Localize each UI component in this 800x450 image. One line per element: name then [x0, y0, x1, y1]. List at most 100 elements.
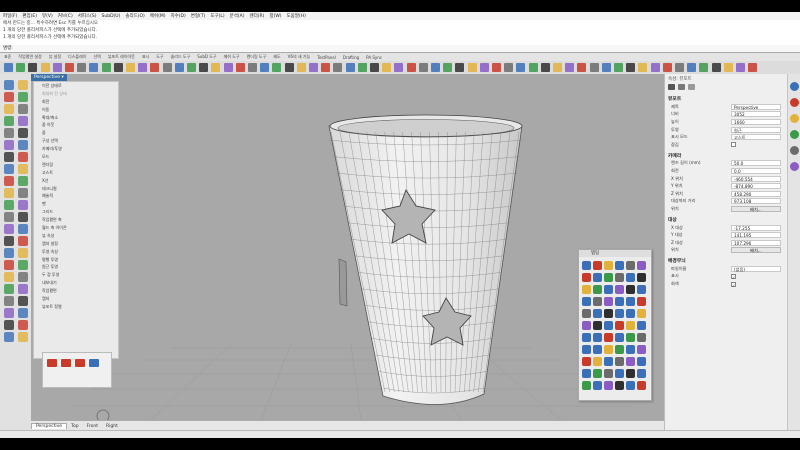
toolbar-tool-icon[interactable] [284, 63, 294, 72]
solid-tool-icon[interactable] [637, 273, 646, 282]
menu-item[interactable]: 뷰 속성 [34, 232, 118, 240]
menu-item[interactable]: 모드 [34, 153, 118, 161]
toolbar-tool-icon[interactable] [382, 63, 392, 72]
x-target-field[interactable]: -17.255 [731, 224, 781, 231]
menu-item[interactable]: 카메라/투영 [34, 145, 118, 153]
toolbar-tool-icon[interactable] [296, 63, 306, 72]
toolbar-tool-icon[interactable] [52, 63, 62, 72]
menu-item-render[interactable]: 렌더(R) [250, 13, 265, 19]
solid-tool-icon[interactable] [615, 321, 624, 330]
z-location-field[interactable]: 458.290 [731, 190, 781, 197]
menu-item[interactable]: 평행 투영 [34, 256, 118, 264]
solid-tool-icon[interactable] [637, 285, 646, 294]
toolbar-tool-icon[interactable] [150, 63, 160, 72]
solid-tool-icon[interactable] [582, 273, 591, 282]
menu-item[interactable]: 이전 상태로 [34, 82, 118, 90]
solid-tool-icon[interactable] [593, 273, 602, 282]
solid-tool-icon[interactable] [615, 285, 624, 294]
toolbar-tool-icon[interactable] [272, 63, 282, 72]
palette-tool-icon[interactable] [4, 188, 14, 198]
height-field[interactable]: 1660 [731, 118, 781, 125]
solid-tool-icon[interactable] [582, 285, 591, 294]
solid-tool-icon[interactable] [582, 333, 591, 342]
camera-place-button[interactable]: 배치... [731, 205, 781, 212]
solid-tool-icon[interactable] [593, 261, 602, 270]
toolbar-tool-icon[interactable] [394, 63, 404, 72]
solid-tool-icon[interactable] [637, 381, 646, 390]
gray-wallpaper-checkbox[interactable]: ✓ [731, 281, 736, 288]
solid-tool-icon[interactable] [604, 333, 613, 342]
palette-tool-icon[interactable] [4, 320, 14, 330]
solid-tool-icon[interactable] [637, 297, 646, 306]
menu-item[interactable]: 작업평면 [34, 287, 118, 295]
command-input[interactable]: 명령: [0, 45, 800, 53]
camera-icon[interactable] [668, 84, 675, 90]
menu-item-transform[interactable]: 변형(T) [191, 13, 206, 19]
menu-item[interactable]: 뷰포트 정렬 [34, 303, 118, 311]
viewport-canvas[interactable] [31, 74, 664, 420]
solid-tool-icon[interactable] [582, 309, 591, 318]
toolbar-tool-icon[interactable] [577, 63, 587, 72]
toolbar-tool-icon[interactable] [601, 63, 611, 72]
solid-tool-icon[interactable] [604, 357, 613, 366]
menu-item[interactable]: 최대화 전 상태 [34, 90, 118, 98]
solid-tool-icon[interactable] [637, 357, 646, 366]
palette-tool-icon[interactable] [18, 284, 28, 294]
menu-item-dimension[interactable]: 치수(D) [171, 13, 186, 19]
menu-item-solid[interactable]: 솔리드(O) [125, 13, 144, 19]
toolbar-tool-icon[interactable] [345, 63, 355, 72]
toolbar-tool-icon[interactable] [16, 63, 26, 72]
menu-item-view[interactable]: 뷰(V) [42, 13, 53, 19]
palette-tool-icon[interactable] [4, 224, 14, 234]
toolbar-tool-icon[interactable] [187, 63, 196, 72]
solid-tool-icon[interactable] [582, 345, 591, 354]
y-location-field[interactable]: -874.890 [731, 183, 781, 190]
toolbar-tool-icon[interactable] [199, 63, 209, 72]
menu-item[interactable]: 줌 아웃 [34, 121, 118, 129]
menu-item[interactable]: 캡처 [34, 295, 118, 303]
palette-tool-icon[interactable] [18, 320, 28, 330]
solid-tool-icon[interactable] [604, 321, 613, 330]
solid-tool-icon[interactable] [615, 345, 624, 354]
solid-tool-icon[interactable] [582, 297, 591, 306]
menu-item[interactable]: 투영 속성 [34, 248, 118, 256]
toolbar-tab[interactable]: 제도 [273, 54, 280, 60]
solid-tool-icon[interactable] [615, 261, 624, 270]
toolbar-tool-icon[interactable] [235, 63, 245, 72]
toolbar-tool-icon[interactable] [418, 63, 428, 72]
toolbar-tab[interactable]: 선택 [93, 54, 100, 60]
palette-tool-icon[interactable] [18, 224, 28, 234]
toolbar-tool-icon[interactable] [357, 63, 367, 72]
toolbar-tool-icon[interactable] [248, 63, 257, 72]
palette-tool-icon[interactable] [18, 164, 28, 174]
palette-tool-icon[interactable] [18, 80, 28, 90]
y-target-field[interactable]: 141.195 [731, 232, 781, 239]
solid-tool-icon[interactable] [615, 333, 624, 342]
menu-item[interactable]: 펜 [34, 200, 118, 208]
palette-tool-icon[interactable] [4, 236, 14, 246]
solid-tool-icon[interactable] [604, 309, 613, 318]
toolbar-tool-icon[interactable] [77, 63, 87, 72]
menu-item[interactable]: 렌더링 [34, 161, 118, 169]
toolbar-tool-icon[interactable] [28, 63, 38, 72]
toolbar-tab[interactable]: TestPanel [317, 55, 336, 60]
toolbar-tab[interactable]: 솔리드 도구 [171, 54, 191, 60]
menu-item[interactable]: 캡처 설정 [34, 240, 118, 248]
palette-tool-icon[interactable] [18, 236, 28, 246]
toolbar-tool-icon[interactable] [589, 63, 599, 72]
palette-tool-icon[interactable] [18, 140, 28, 150]
solid-tool-icon[interactable] [637, 309, 646, 318]
toolbar-tab[interactable]: SubD 도구 [197, 54, 216, 60]
palette-tool-icon[interactable] [4, 296, 14, 306]
target-place-button[interactable]: 배치... [731, 247, 781, 254]
solid-tool-icon[interactable] [615, 357, 624, 366]
menu-item-window[interactable]: 창(W) [269, 13, 281, 19]
palette-tool-icon[interactable] [4, 164, 14, 174]
toolbar-tool-icon[interactable] [528, 63, 538, 72]
title-field[interactable]: Perspective [731, 103, 781, 110]
toolbar-tool-icon[interactable] [540, 63, 550, 72]
solid-tool-icon[interactable] [637, 261, 646, 270]
solid-tool-icon[interactable] [626, 309, 635, 318]
solid-tool-icon[interactable] [626, 297, 635, 306]
solid-tool-icon[interactable] [604, 285, 613, 294]
